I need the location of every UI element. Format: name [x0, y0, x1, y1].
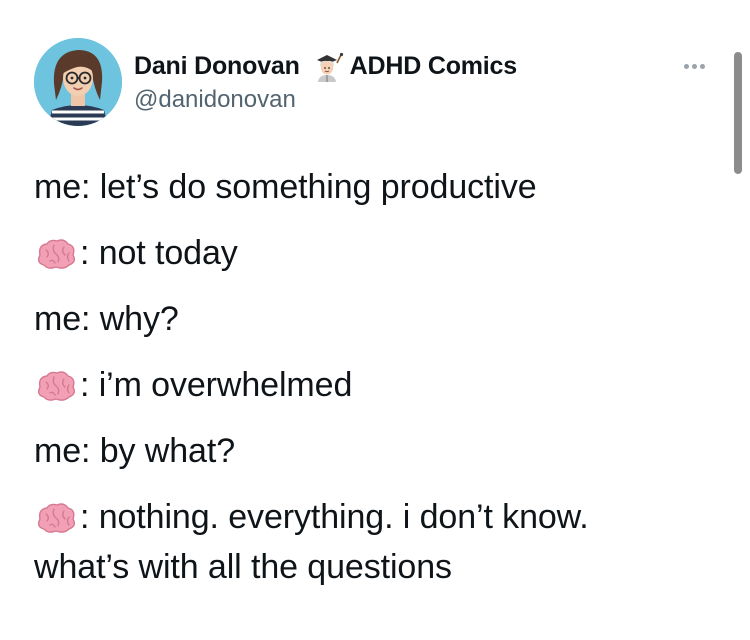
tweet-line-text: : not today — [80, 234, 238, 272]
tweet: Dani Donovan ADHD Comics @danidonovan me… — [0, 0, 750, 640]
scrollbar[interactable] — [734, 52, 742, 174]
more-dots-icon[interactable] — [684, 64, 705, 69]
tweet-line-text: what’s with all the questions — [34, 548, 452, 586]
tweet-line-text: me: let’s do something productive — [34, 168, 537, 206]
tweet-line-text: : i’m overwhelmed — [80, 366, 353, 404]
author-display-name[interactable]: Dani Donovan — [134, 52, 300, 81]
tweet-line-text: me: why? — [34, 300, 179, 338]
author-avatar[interactable] — [34, 38, 122, 126]
tweet-line: : not today — [34, 234, 238, 273]
more-dot — [700, 64, 705, 69]
author-name-row: Dani Donovan ADHD Comics — [134, 49, 517, 83]
brain-emoji-icon — [34, 369, 78, 403]
tweet-line-text: me: by what? — [34, 432, 236, 470]
tweet-line: me: by what? — [34, 432, 235, 471]
scientist-emoji-icon — [310, 49, 344, 83]
avatar-illustration — [34, 38, 122, 126]
tweet-line: me: why? — [34, 300, 179, 339]
tweet-line: : i’m overwhelmed — [34, 366, 352, 405]
more-dot — [692, 64, 697, 69]
tweet-line: me: let’s do something productive — [34, 168, 537, 207]
tweet-line-text: : nothing. everything. i don’t know. — [80, 498, 589, 536]
author-affiliation[interactable]: ADHD Comics — [350, 52, 517, 81]
brain-emoji-icon — [34, 501, 78, 535]
tweet-line: : nothing. everything. i don’t know. — [34, 498, 589, 537]
tweet-line: what’s with all the questions — [34, 548, 452, 587]
brain-emoji-icon — [34, 237, 78, 271]
author-handle[interactable]: @danidonovan — [134, 86, 296, 114]
more-dot — [684, 64, 689, 69]
